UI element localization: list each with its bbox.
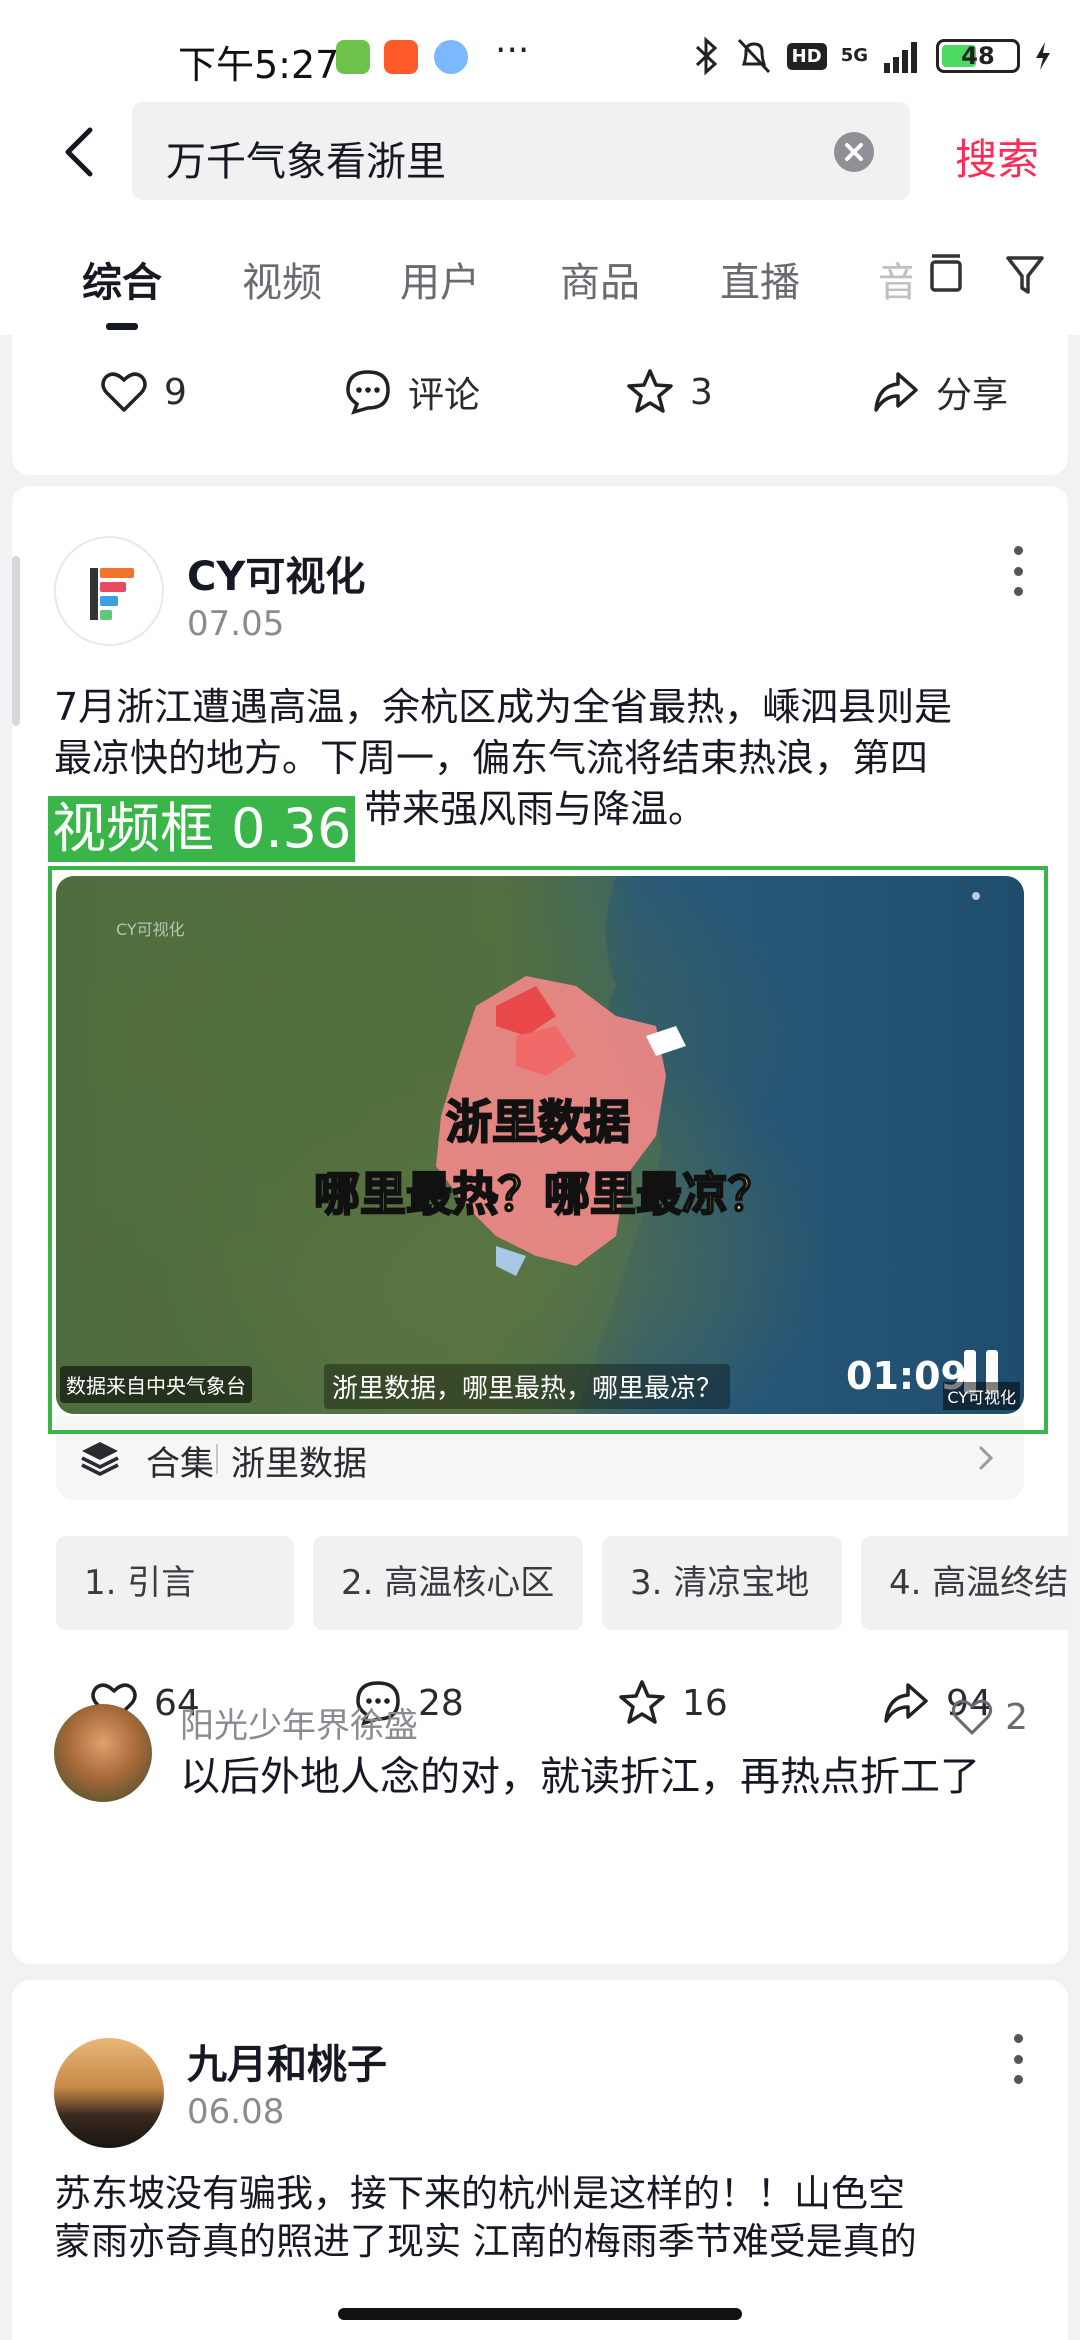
tab-music[interactable]: 音 [878,250,912,308]
heart-icon [101,372,147,412]
author-name[interactable]: CY可视化 [187,544,365,602]
heart-icon [951,1699,993,1735]
filter-icon[interactable] [1004,252,1048,298]
tab-overall[interactable]: 综合 [82,250,162,308]
post-date: 06.08 [187,2092,285,2132]
chapter-chip[interactable]: 1. 引言 [56,1536,294,1630]
status-bar: 下午5:27 ··· HD 5G 48 [0,0,1080,100]
comment-text[interactable]: 以后外地人念的对，就读折江，再热点折工了 [180,1744,980,1802]
favorite-count: 16 [682,1682,728,1724]
battery-icon: 48 [936,39,1020,73]
post-text[interactable]: 苏东坡没有骗我，接下来的杭州是这样的！！山色空 蒙雨亦奇真的照进了现实 江南的梅… [54,2170,1044,2266]
chapter-chip[interactable]: 4. 高温终结 [861,1536,1068,1630]
search-input[interactable]: 万千气象看浙里 [132,102,910,200]
comment-label: 评论 [408,375,481,416]
star-icon [619,1680,665,1724]
previous-post-actions: 9 评论 3 分享 [12,347,1068,437]
favorite-button[interactable]: 3 [624,347,713,437]
layout-toggle-icon[interactable] [926,252,966,298]
post-text-line: 蒙雨亦奇真的照进了现实 江南的梅雨季节难受是真的 [54,2220,917,2263]
comment-button[interactable]: 评论 [342,347,480,437]
collection-name: 浙里数据 [231,1444,367,1484]
close-icon [845,143,863,161]
more-options-button[interactable] [1008,546,1028,596]
signal-icon [884,42,917,73]
favorite-count: 3 [690,371,713,413]
result-tabs: 综合 视频 用户 商品 直播 音 [0,210,1080,335]
post-text-line: 最凉快的地方。下周一，偏东气流将结束热浪，第四 [54,736,929,780]
commenter-name[interactable]: 阳光少年界徐盛 [180,1698,418,1747]
tab-users[interactable]: 用户 [400,250,480,308]
charging-icon [1036,42,1050,70]
tab-products[interactable]: 商品 [560,250,640,308]
collection-label: 合集 [146,1444,214,1484]
app-notification-icon [384,40,418,74]
chapter-chip[interactable]: 2. 高温核心区 [313,1536,583,1630]
hd-badge-icon: HD [786,42,827,70]
chapter-chip[interactable]: 3. 清凉宝地 [602,1536,842,1630]
like-count: 9 [164,371,187,413]
favorite-button[interactable]: 16 [616,1658,728,1748]
status-indicators: HD 5G 48 [693,36,1052,76]
active-tab-indicator [106,323,138,330]
star-icon [627,369,673,413]
status-time: 下午5:27 [178,43,340,87]
search-header: 万千气象看浙里 搜索 [0,100,1080,210]
search-query[interactable]: 万千气象看浙里 [166,129,446,187]
mute-bell-icon [737,38,770,74]
comment-count: 28 [418,1682,464,1724]
like-button[interactable]: 9 [98,347,187,437]
cy-logo-icon [90,568,134,620]
share-button[interactable]: 分享 [870,347,1008,437]
share-label: 分享 [936,375,1009,416]
detection-box [48,866,1048,1434]
clear-search-button[interactable] [834,132,874,172]
avatar[interactable] [54,2038,164,2148]
layers-icon [81,1442,119,1476]
comment-icon [346,370,390,415]
app-notification-icon [336,40,370,74]
collection-divider [216,1444,218,1474]
app-notification-icon [434,40,468,74]
post-text-line: 7月浙江遭遇高温，余杭区成为全省最热，嵊泗县则是 [54,685,953,729]
network-type: 5G [840,45,868,66]
home-indicator[interactable] [338,2308,742,2320]
back-arrow-icon[interactable] [52,122,112,182]
post-card: 九月和桃子 06.08 苏东坡没有骗我，接下来的杭州是这样的！！山色空 蒙雨亦奇… [12,1980,1068,2340]
post-actions: 64 28 16 94 [12,1658,1068,1748]
share-icon [874,372,918,412]
post-date: 07.05 [187,604,285,644]
detection-label: 视频框 0.36 [48,796,356,862]
search-button[interactable]: 搜索 [955,126,1039,187]
tab-video[interactable]: 视频 [242,250,322,308]
share-icon [884,1683,928,1723]
tab-live[interactable]: 直播 [720,250,800,308]
comment-like-button[interactable]: 2 [949,1694,1028,1740]
more-options-button[interactable] [1008,2034,1028,2084]
author-name[interactable]: 九月和桃子 [187,2032,387,2090]
chevron-right-icon [979,1446,994,1470]
avatar[interactable] [54,536,164,646]
previous-post-card: 9 评论 3 分享 [12,335,1068,475]
battery-level: 48 [961,42,995,70]
scroll-indicator[interactable] [12,556,20,726]
post-text-line: 苏东坡没有骗我，接下来的杭州是这样的！！山色空 [54,2172,905,2215]
commenter-avatar[interactable] [54,1704,152,1802]
more-notifications-icon: ··· [495,30,530,71]
comment-like-count: 2 [1005,1696,1028,1738]
bluetooth-icon [695,36,717,76]
